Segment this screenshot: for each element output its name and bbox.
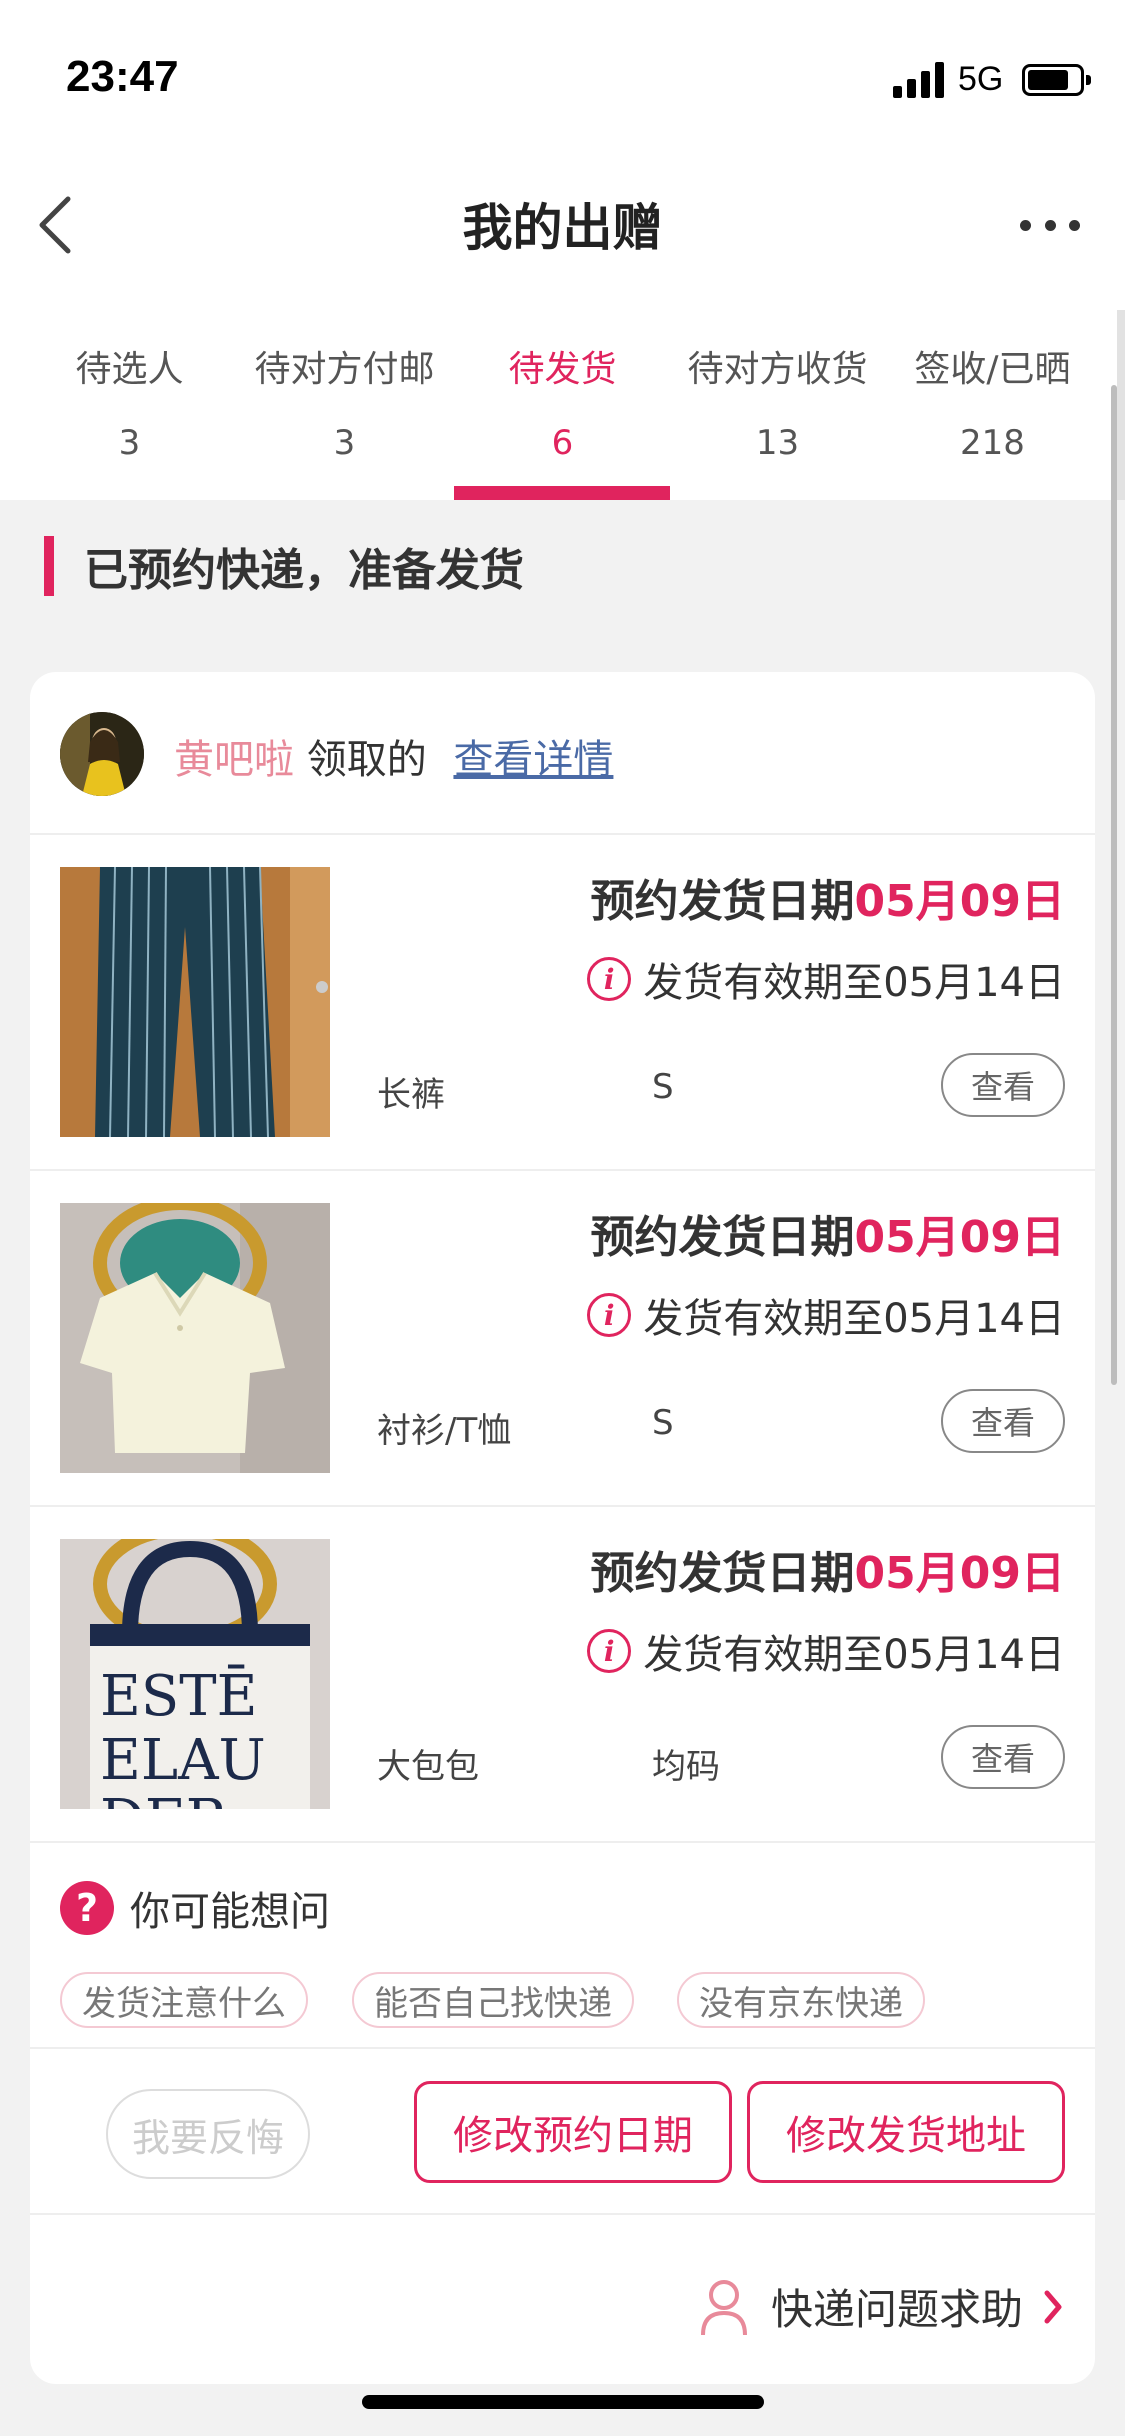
network-type: 5G: [958, 60, 1004, 98]
list-item[interactable]: 预约发货日期05月09日 i 发货有效期至05月14日 长裤 S 查看: [30, 835, 1095, 1171]
item-type: 长裤: [377, 1075, 445, 1115]
status-bar: 23:47 5G: [0, 0, 1125, 160]
tab-label: 待对方付邮: [254, 349, 435, 390]
view-button[interactable]: 查看: [941, 1389, 1065, 1453]
faq-chip[interactable]: 发货注意什么: [60, 1972, 308, 2028]
receiver-name[interactable]: 黄吧啦: [174, 737, 294, 783]
shirt-image: [60, 1203, 330, 1473]
tab-pending-postage[interactable]: 待对方付邮 3: [232, 310, 457, 500]
avatar[interactable]: [60, 712, 144, 796]
section-heading: 已预约快递，准备发货: [44, 535, 524, 597]
ship-date-line: 预约发货日期05月09日: [591, 865, 1065, 929]
page-title: 我的出赠: [462, 199, 663, 257]
info-icon: i: [587, 957, 632, 1001]
tab-label: 待选人: [75, 349, 184, 390]
ship-date-label: 预约发货日期: [590, 1548, 855, 1599]
view-button[interactable]: 查看: [941, 1725, 1065, 1789]
ship-date-value: 05月09日: [854, 1212, 1065, 1263]
tab-count: 6: [551, 423, 574, 463]
faq-title: 你可能想问: [130, 1889, 330, 1935]
list-item[interactable]: ESTĒ ELAU DER 预约发货日期05月09日 i 发货有效期至05月14…: [30, 1507, 1095, 1843]
valid-period: i 发货有效期至05月14日: [587, 1286, 1065, 1344]
item-type: 衬衫/T恤: [377, 1411, 512, 1451]
item-image[interactable]: ESTĒ ELAU DER: [60, 1539, 330, 1809]
info-icon: i: [587, 1629, 632, 1673]
view-button[interactable]: 查看: [941, 1053, 1065, 1117]
bag-print-line-3: DER: [100, 1788, 230, 1809]
tab-pending-ship[interactable]: 待发货 6: [450, 310, 675, 500]
status-tabs: 待选人 3 待对方付邮 3 待发货 6 待对方收货 13 签收/已晒 218: [0, 310, 1125, 500]
chevron-right-icon: [1044, 2290, 1062, 2323]
pants-image: [60, 867, 330, 1137]
bag-print-line-1: ESTĒ: [100, 1664, 257, 1729]
tab-label: 待发货: [508, 349, 617, 390]
battery-icon: [1022, 64, 1091, 96]
ship-date-value: 05月09日: [854, 1548, 1065, 1599]
bag-print-line-2: ELAU: [100, 1728, 266, 1793]
ship-date-label: 预约发货日期: [590, 1212, 855, 1263]
receiver-row: 黄吧啦 领取的 查看详情: [30, 672, 1095, 835]
nav-bar: 我的出赠: [0, 160, 1125, 310]
scrollbar[interactable]: [1111, 385, 1117, 1385]
list-item[interactable]: 预约发货日期05月09日 i 发货有效期至05月14日 衬衫/T恤 S 查看: [30, 1171, 1095, 1507]
tab-label: 签收/已晒: [914, 349, 1071, 390]
tab-count: 3: [118, 423, 141, 463]
regret-button[interactable]: 我要反悔: [106, 2089, 310, 2179]
item-type: 大包包: [377, 1747, 479, 1787]
receiver-text: 黄吧啦 领取的 查看详情: [174, 727, 613, 785]
tab-received[interactable]: 签收/已晒 218: [880, 310, 1105, 500]
bag-image: ESTĒ ELAU DER: [60, 1539, 330, 1809]
tab-count: 13: [755, 423, 800, 463]
valid-period-text: 发货有效期至05月14日: [643, 1632, 1065, 1678]
receiver-suffix: 领取的: [306, 737, 427, 783]
ship-date-label: 预约发货日期: [590, 876, 855, 927]
tab-label: 待对方收货: [687, 349, 868, 390]
faq-chip[interactable]: 能否自己找快递: [352, 1972, 634, 2028]
info-icon: i: [587, 1293, 632, 1337]
person-icon: [700, 2279, 747, 2335]
item-image[interactable]: [60, 867, 330, 1137]
tab-count: 218: [960, 423, 1025, 463]
faq-chip[interactable]: 没有京东快递: [677, 1972, 925, 2028]
valid-period: i 发货有效期至05月14日: [587, 950, 1065, 1008]
item-size: S: [652, 1403, 674, 1443]
valid-period: i 发货有效期至05月14日: [587, 1622, 1065, 1680]
home-indicator[interactable]: [362, 2395, 764, 2409]
order-card: 黄吧啦 领取的 查看详情 预约发货日期05月09日 i 发货有效期至05月14日…: [30, 672, 1095, 2384]
ship-date-line: 预约发货日期05月09日: [591, 1201, 1065, 1265]
courier-help-link[interactable]: 快递问题求助: [699, 2276, 1065, 2337]
avatar-image: [60, 712, 144, 796]
valid-period-text: 发货有效期至05月14日: [643, 960, 1065, 1006]
item-image[interactable]: [60, 1203, 330, 1473]
faq-header: ? 你可能想问: [60, 1879, 330, 1937]
ship-date-value: 05月09日: [854, 876, 1065, 927]
tab-pending-select[interactable]: 待选人 3: [17, 310, 242, 500]
faq-section: ? 你可能想问 发货注意什么 能否自己找快递 没有京东快递: [30, 1844, 1095, 2049]
signal-icon: [893, 62, 945, 98]
ship-date-line: 预约发货日期05月09日: [591, 1537, 1065, 1601]
more-icon[interactable]: [1020, 210, 1080, 240]
valid-period-text: 发货有效期至05月14日: [643, 1296, 1065, 1342]
item-size: 均码: [652, 1747, 720, 1787]
section-heading-text: 已预约快递，准备发货: [84, 545, 524, 596]
courier-help-label: 快递问题求助: [770, 2285, 1023, 2334]
view-detail-link[interactable]: 查看详情: [453, 737, 613, 783]
action-row: 我要反悔 修改预约日期 修改发货地址: [30, 2049, 1095, 2215]
tab-count: 3: [333, 423, 356, 463]
change-address-button[interactable]: 修改发货地址: [747, 2081, 1065, 2183]
tab-pending-receive[interactable]: 待对方收货 13: [665, 310, 890, 500]
item-size: S: [652, 1067, 674, 1107]
status-time: 23:47: [66, 52, 179, 101]
change-date-button[interactable]: 修改预约日期: [414, 2081, 732, 2183]
question-icon: ?: [60, 1881, 114, 1935]
accent-bar: [44, 536, 54, 596]
